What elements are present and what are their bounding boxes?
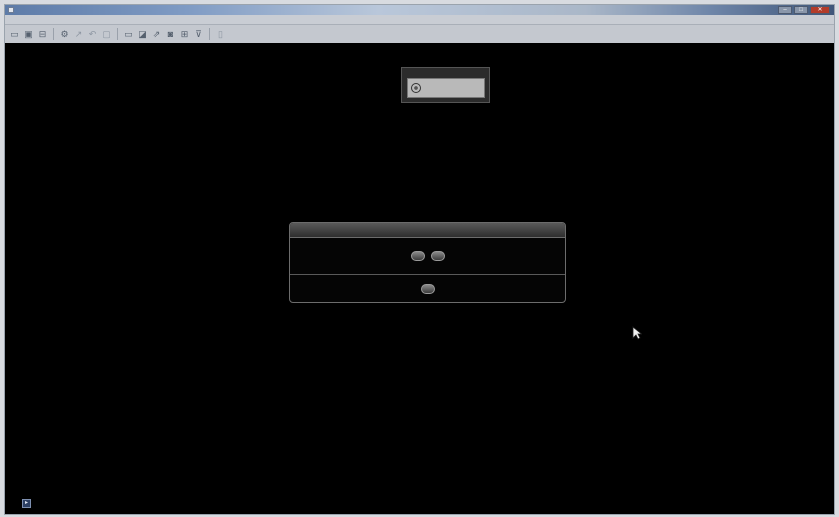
toolbar-separator: [53, 28, 54, 40]
window-icon[interactable]: ▭: [123, 29, 134, 40]
logo-emblem-icon: [411, 83, 421, 93]
camera-icon[interactable]: ◙: [165, 29, 176, 40]
print-icon[interactable]: ⊟: [37, 29, 48, 40]
arrow-icon[interactable]: ↗: [73, 29, 84, 40]
toolbar-separator: [209, 28, 210, 40]
refresh-icon[interactable]: ▢: [101, 29, 112, 40]
viewer-canvas[interactable]: ▸: [5, 43, 834, 514]
undo-icon[interactable]: ↶: [87, 29, 98, 40]
open-icon[interactable]: ▭: [9, 29, 20, 40]
dialog-options: [290, 238, 565, 275]
close-button[interactable]: ✕: [810, 6, 830, 14]
application-window: – □ ✕ ▭ ▣ ⊟ ⚙ ↗ ↶ ▢ ▭ ◪ ⇗ ◙ ⊞ ⊽ ▯ ▸: [4, 4, 835, 515]
window-controls: – □ ✕: [778, 6, 830, 14]
minimize-button[interactable]: –: [778, 6, 792, 14]
option-button-2[interactable]: [430, 251, 445, 261]
cube-icon[interactable]: ◪: [137, 29, 148, 40]
option-button-1[interactable]: [410, 251, 425, 261]
app-icon: [8, 7, 14, 13]
mouse-cursor-icon: [632, 326, 642, 340]
status-indicator-icon[interactable]: ▸: [22, 499, 31, 508]
grid-icon[interactable]: ⊞: [179, 29, 190, 40]
menu-bar: [5, 15, 834, 25]
toolbar: ▭ ▣ ⊟ ⚙ ↗ ↶ ▢ ▭ ◪ ⇗ ◙ ⊞ ⊽ ▯: [5, 25, 834, 44]
dialog-footer: [290, 275, 565, 302]
save-icon[interactable]: ▣: [23, 29, 34, 40]
toolbar-separator: [117, 28, 118, 40]
view-icon[interactable]: ⊽: [193, 29, 204, 40]
cancel-button[interactable]: [420, 284, 435, 294]
logo-panel: [401, 67, 490, 103]
settings-icon[interactable]: ⚙: [59, 29, 70, 40]
dialog-header: [290, 223, 565, 238]
logo: [407, 78, 485, 98]
title-bar[interactable]: – □ ✕: [5, 5, 834, 15]
help-icon[interactable]: ▯: [215, 29, 226, 40]
link-icon[interactable]: ⇗: [151, 29, 162, 40]
open-file-dialog: [289, 222, 566, 303]
maximize-button[interactable]: □: [794, 6, 808, 14]
